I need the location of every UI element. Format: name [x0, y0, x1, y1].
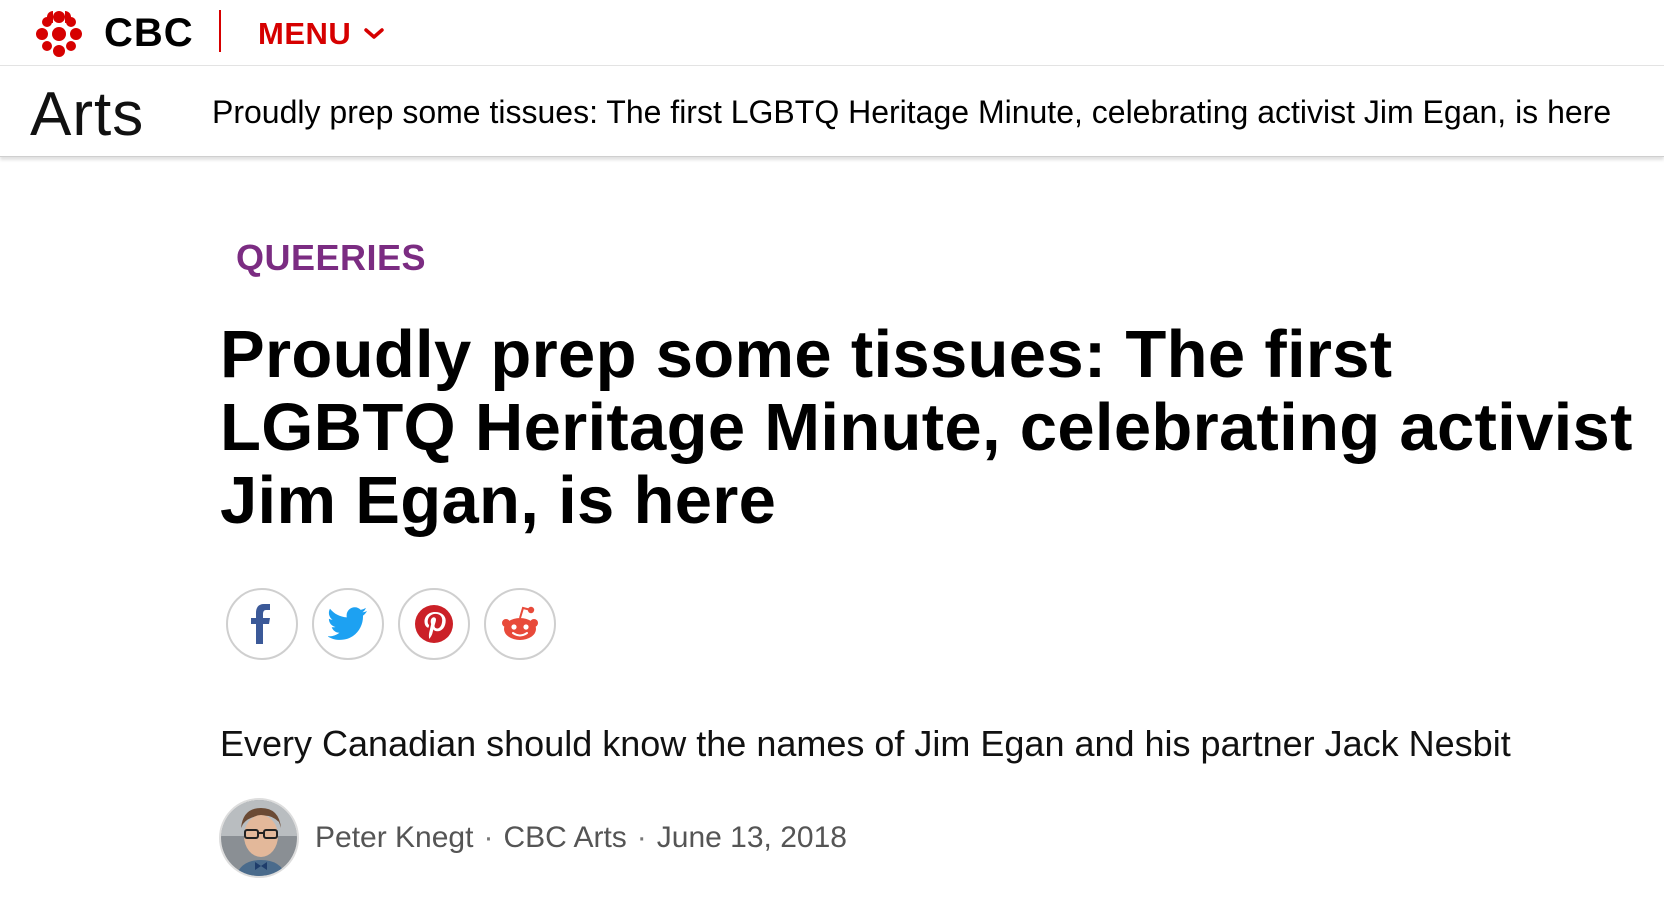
chevron-down-icon — [364, 28, 385, 39]
byline-separator: · — [483, 821, 494, 854]
article-deck: Every Canadian should know the names of … — [220, 723, 1511, 764]
section-bar: Arts Proudly prep some tissues: The firs… — [0, 66, 1664, 157]
cbc-gem-logo-icon[interactable] — [32, 7, 86, 61]
article-category[interactable]: QUEERIES — [236, 237, 426, 279]
top-bar: CBC MENU — [0, 0, 1664, 66]
reddit-icon — [502, 606, 538, 640]
facebook-share-button[interactable] — [226, 588, 298, 660]
pinterest-share-button[interactable] — [398, 588, 470, 660]
section-title[interactable]: Arts — [30, 80, 144, 150]
brand-name[interactable]: CBC — [104, 11, 194, 55]
twitter-share-button[interactable] — [312, 588, 384, 660]
section-headline: Proudly prep some tissues: The first LGB… — [212, 94, 1612, 130]
twitter-icon — [328, 607, 367, 640]
facebook-icon — [251, 604, 270, 644]
menu-button[interactable]: MENU — [258, 14, 385, 54]
author-name[interactable]: Peter Knegt — [315, 821, 473, 855]
reddit-share-button[interactable] — [484, 588, 556, 660]
share-buttons — [226, 588, 556, 660]
author-avatar[interactable] — [219, 798, 299, 878]
article-headline: Proudly prep some tissues: The first LGB… — [220, 317, 1633, 538]
byline-separator: · — [636, 821, 647, 854]
header-divider — [219, 10, 221, 52]
byline-source: CBC Arts — [503, 821, 627, 854]
publish-date: June 13, 2018 — [656, 821, 847, 854]
byline: Peter Knegt · CBC Arts · June 13, 2018 — [219, 798, 847, 878]
pinterest-icon — [415, 605, 453, 643]
menu-label: MENU — [258, 16, 352, 51]
